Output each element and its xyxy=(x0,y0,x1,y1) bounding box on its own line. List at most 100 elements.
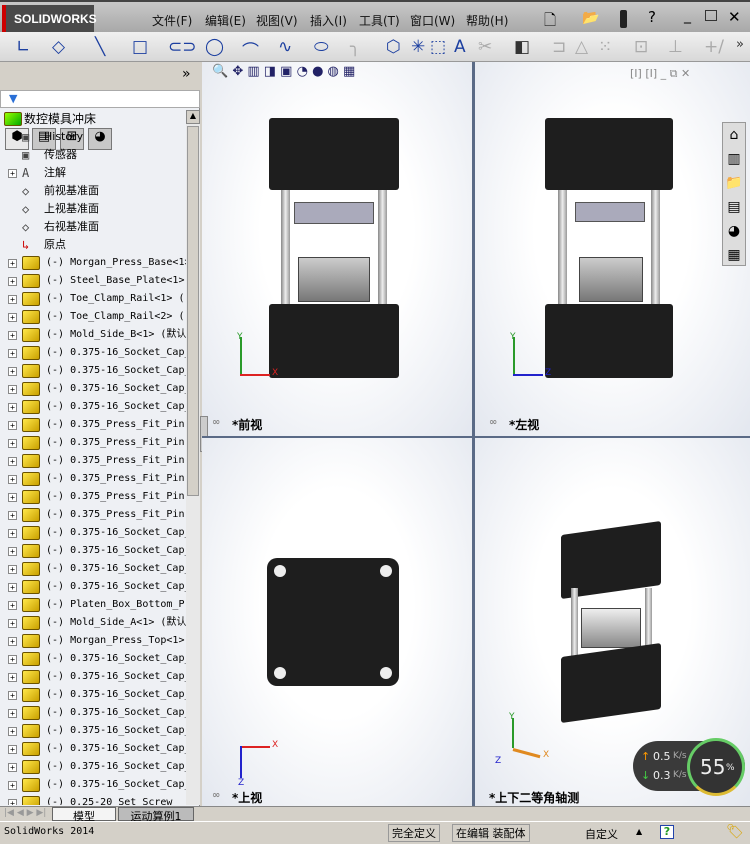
expand-icon[interactable]: + xyxy=(8,313,17,322)
units-up-arrow-icon[interactable]: ▲ xyxy=(636,827,642,836)
tree-item-part[interactable]: + (-) Morgan_Press_Top<1> xyxy=(0,632,186,650)
trim-icon[interactable]: ✂ xyxy=(478,37,492,57)
viewport-left[interactable]: [I] [I] _ ⧉ ✕ Y Z ∞ *左视 ⌂ ▥ 📁 ▤ ◕ ▦ xyxy=(475,62,750,436)
tree-item-part[interactable]: + (-) 0.375-16_Socket_Cap_ xyxy=(0,686,186,704)
polygon-icon[interactable]: ⬡ xyxy=(386,37,401,57)
viewport-isometric[interactable]: Y X Z *上下二等角轴测 ↑ 0.5 K/s ↓ 0.3 K/s 55 % xyxy=(475,438,750,806)
panel-expand-icon[interactable]: » xyxy=(182,66,191,82)
close-icon[interactable]: ✕ xyxy=(728,8,741,26)
tag-icon[interactable]: 🏷 xyxy=(726,824,744,840)
tree-item-part[interactable]: + (-) 0.375-16_Socket_Cap_ xyxy=(0,362,186,380)
open-folder-icon[interactable]: 📂 xyxy=(582,10,599,26)
expand-icon[interactable]: + xyxy=(8,709,17,718)
pattern-icon[interactable]: ⁙ xyxy=(598,37,612,57)
tree-item-part[interactable]: + (-) 0.375-16_Socket_Cap_ xyxy=(0,524,186,542)
expand-icon[interactable]: + xyxy=(8,349,17,358)
expand-icon[interactable]: + xyxy=(8,439,17,448)
expand-icon[interactable]: + xyxy=(8,367,17,376)
link-views-icon[interactable]: ∞ xyxy=(212,417,220,428)
menu-view[interactable]: 视图(V) xyxy=(256,12,298,29)
tree-item-part[interactable]: + (-) 0.375-16_Socket_Cap_ xyxy=(0,776,186,794)
circle-icon[interactable]: ◯ xyxy=(205,37,224,57)
link-views-icon[interactable]: ∞ xyxy=(212,790,220,801)
tree-item-fixed[interactable]: ◇ 上视基准面 xyxy=(0,200,186,218)
scrollbar-thumb[interactable] xyxy=(187,126,199,496)
expand-icon[interactable]: + xyxy=(8,457,17,466)
tree-item-part[interactable]: + (-) 0.375-16_Socket_Cap_ xyxy=(0,758,186,776)
expand-icon[interactable]: + xyxy=(8,781,17,790)
tab-motion-study[interactable]: 运动算例1 xyxy=(118,807,194,823)
expand-icon[interactable]: + xyxy=(8,511,17,520)
tree-item-fixed[interactable]: ↳ 原点 xyxy=(0,236,186,254)
expand-icon[interactable]: + xyxy=(8,745,17,754)
expand-icon[interactable]: + xyxy=(8,385,17,394)
tree-item-part[interactable]: + (-) 0.375-16_Socket_Cap_ xyxy=(0,542,186,560)
fillet-icon[interactable]: ╮ xyxy=(350,37,360,57)
tree-item-part[interactable]: + (-) 0.375_Press_Fit_Pin xyxy=(0,506,186,524)
tree-item-part[interactable]: + (-) 0.375-16_Socket_Cap_ xyxy=(0,740,186,758)
tree-item-fixed[interactable]: ▣ 传感器 xyxy=(0,146,186,164)
menu-edit[interactable]: 编辑(E) xyxy=(205,12,246,29)
expand-icon[interactable]: + xyxy=(8,547,17,556)
viewport-window-controls[interactable]: [I] [I] _ ⧉ ✕ xyxy=(630,67,690,81)
construction-geometry-icon[interactable]: ⬚ xyxy=(430,37,446,57)
tree-item-part[interactable]: + (-) Morgan_Press_Base<1> xyxy=(0,254,186,272)
tree-item-part[interactable]: + (-) 0.375-16_Socket_Cap_ xyxy=(0,704,186,722)
expand-icon[interactable]: + xyxy=(8,169,17,178)
line-icon[interactable]: ╲ xyxy=(95,37,105,57)
expand-icon[interactable]: + xyxy=(8,403,17,412)
menu-insert[interactable]: 插入(I) xyxy=(310,12,347,29)
tree-item-part[interactable]: + (-) 0.375_Press_Fit_Pin xyxy=(0,470,186,488)
file-explorer-icon[interactable]: 📁 xyxy=(723,171,745,195)
tree-item-part[interactable]: + (-) Toe_Clamp_Rail<1> ( xyxy=(0,290,186,308)
menu-tools[interactable]: 工具(T) xyxy=(359,12,400,29)
tree-scrollbar[interactable]: ▲ xyxy=(186,110,200,805)
home-icon[interactable]: ⌂ xyxy=(723,123,745,147)
task-pane-tabs[interactable]: ⌂ ▥ 📁 ▤ ◕ ▦ xyxy=(722,122,746,266)
menu-window[interactable]: 窗口(W) xyxy=(410,12,455,29)
move-entities-icon[interactable]: ⊡ xyxy=(634,37,648,57)
expand-icon[interactable]: + xyxy=(8,331,17,340)
menu-help[interactable]: 帮助(H) xyxy=(466,12,508,29)
expand-icon[interactable]: + xyxy=(8,277,17,286)
expand-icon[interactable]: + xyxy=(8,259,17,268)
slot-icon[interactable]: ⊂⊃ xyxy=(168,37,197,57)
tree-item-fixed[interactable]: ▣ History xyxy=(0,128,186,146)
offset-icon[interactable]: ⊐ xyxy=(552,37,566,57)
convert-entities-icon[interactable]: ◧ xyxy=(514,37,530,57)
design-library-icon[interactable]: ▥ xyxy=(723,147,745,171)
expand-icon[interactable]: + xyxy=(8,763,17,772)
tree-item-part[interactable]: + (-) 0.375_Press_Fit_Pin xyxy=(0,416,186,434)
expand-icon[interactable]: + xyxy=(8,583,17,592)
tree-item-part[interactable]: + (-) 0.375-16_Socket_Cap_ xyxy=(0,578,186,596)
viewport-splitter-vertical[interactable] xyxy=(472,62,475,806)
expand-icon[interactable]: + xyxy=(8,637,17,646)
filter-bar[interactable]: ▼ xyxy=(0,90,200,108)
minimize-icon[interactable]: _ xyxy=(684,8,691,24)
expand-icon[interactable]: + xyxy=(8,295,17,304)
tree-item-part[interactable]: + (-) 0.375-16_Socket_Cap_ xyxy=(0,722,186,740)
sketch-icon[interactable]: ∟ xyxy=(16,37,30,57)
expand-icon[interactable]: + xyxy=(8,493,17,502)
smart-dimension-icon[interactable]: ◇ xyxy=(52,37,65,57)
tab-model[interactable]: 模型 xyxy=(52,807,116,823)
expand-icon[interactable]: + xyxy=(8,655,17,664)
text-icon[interactable]: A xyxy=(454,37,466,57)
filter-icon[interactable]: ▼ xyxy=(9,92,17,105)
viewport-splitter-horizontal[interactable] xyxy=(202,436,750,438)
scroll-up-arrow-icon[interactable]: ▲ xyxy=(186,110,200,124)
help-icon[interactable]: ? xyxy=(648,8,656,26)
expand-icon[interactable]: + xyxy=(8,691,17,700)
tree-item-part[interactable]: + (-) Mold_Side_A<1> (默认 xyxy=(0,614,186,632)
spline-icon[interactable]: ∿ xyxy=(278,37,292,57)
viewport-top[interactable]: X Z ∞ *上视 xyxy=(202,438,472,806)
tree-root[interactable]: 数控模具冲床 xyxy=(0,110,186,128)
link-views-icon[interactable]: ∞ xyxy=(489,417,497,428)
tree-item-part[interactable]: + (-) Toe_Clamp_Rail<2> ( xyxy=(0,308,186,326)
tree-item-fixed[interactable]: ◇ 右视基准面 xyxy=(0,218,186,236)
tree-item-part[interactable]: + (-) 0.375-16_Socket_Cap_ xyxy=(0,398,186,416)
viewport-front[interactable]: 🔍 ✥ ▥ ◨ ▣ ◔ ● ◍ ▦ Y X ∞ *前视 xyxy=(202,62,472,436)
tree-item-part[interactable]: + (-) 0.375-16_Socket_Cap_ xyxy=(0,380,186,398)
relations-icon[interactable]: ⊥ xyxy=(668,37,683,57)
units-selector[interactable]: 自定义 xyxy=(585,826,618,842)
